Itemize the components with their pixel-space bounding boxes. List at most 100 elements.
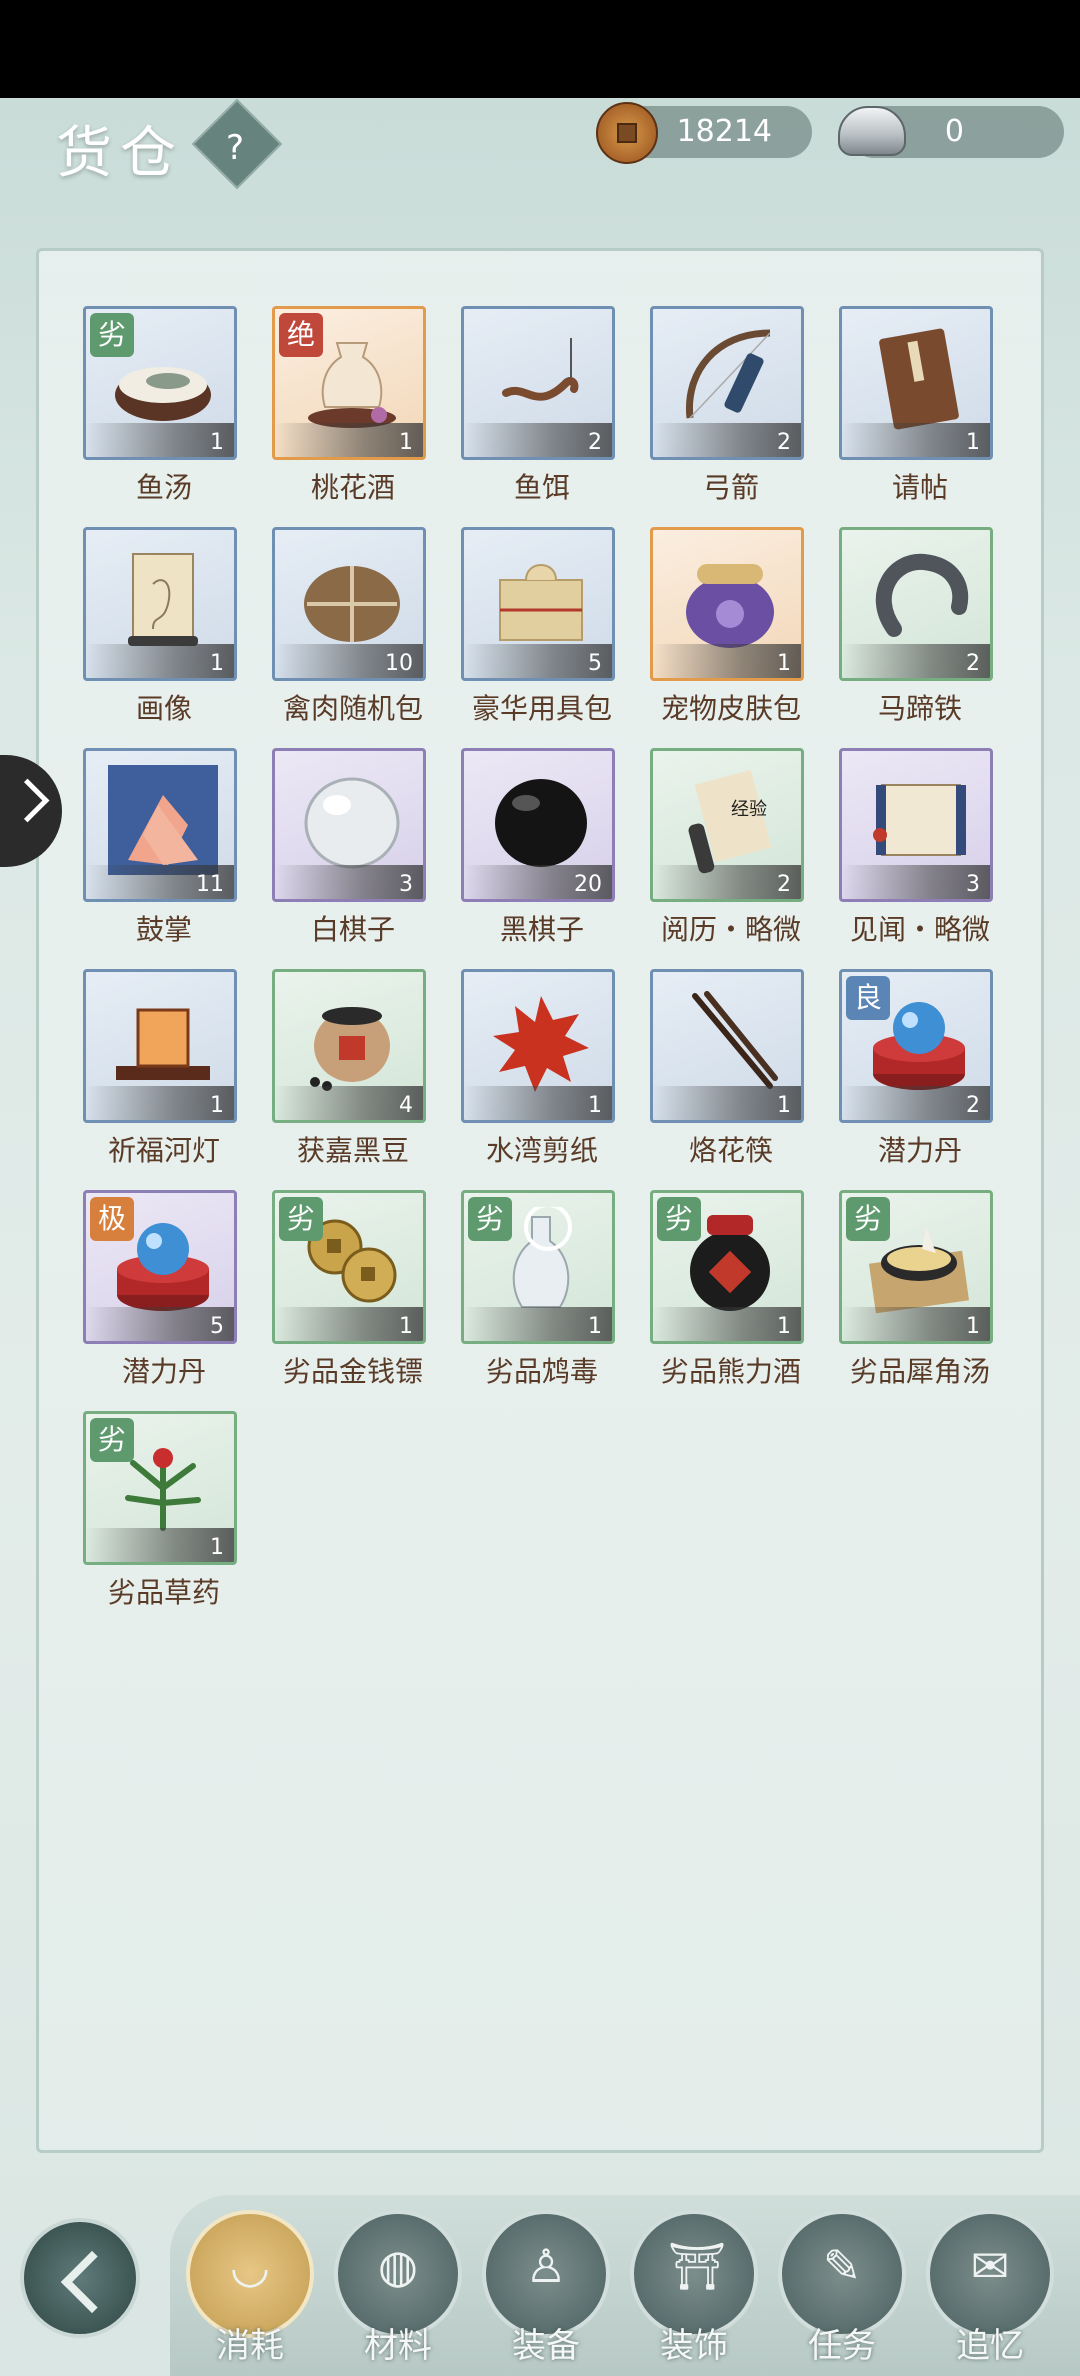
item-thumbnail[interactable]: 3 [272, 748, 426, 902]
item-thumbnail[interactable]: 10 [272, 527, 426, 681]
item-count: 11 [196, 872, 224, 897]
river-lantern-icon [108, 986, 218, 1096]
inventory-item[interactable]: 1 祈福河灯 [39, 969, 237, 1169]
silver-amount: 0 [944, 114, 964, 149]
quality-badge: 绝 [279, 313, 323, 357]
item-count: 1 [966, 430, 980, 455]
item-thumbnail[interactable]: 绝1 [272, 306, 426, 460]
item-count: 1 [210, 1535, 224, 1560]
inventory-item[interactable]: 经验 2 阅历・略微 [606, 748, 804, 948]
item-count: 20 [574, 872, 602, 897]
inventory-item[interactable]: 2 弓箭 [606, 306, 804, 506]
inventory-item[interactable]: 劣 1 劣品金钱镖 [228, 1190, 426, 1390]
item-thumbnail[interactable]: 11 [83, 748, 237, 902]
item-name: 请帖 [891, 471, 948, 504]
item-thumbnail[interactable]: 3 [839, 748, 993, 902]
item-count: 4 [399, 1093, 413, 1118]
item-count: 2 [966, 651, 980, 676]
gift-package-icon [486, 544, 596, 654]
item-thumbnail[interactable]: 1 [650, 527, 804, 681]
item-thumbnail[interactable]: 劣1 [650, 1190, 804, 1344]
silver-balance: 0 [838, 106, 1064, 158]
inventory-item[interactable]: 3 白棋子 [228, 748, 426, 948]
inventory-item[interactable]: 3 见闻・略微 [795, 748, 993, 948]
inventory-item[interactable]: 10 禽肉随机包 [228, 527, 426, 727]
back-button[interactable] [20, 2218, 140, 2338]
item-thumbnail[interactable]: 2 [650, 306, 804, 460]
quality-badge: 劣 [279, 1197, 323, 1241]
item-count: 5 [210, 1314, 224, 1339]
item-thumbnail[interactable]: 极5 [83, 1190, 237, 1344]
inventory-item[interactable]: 1 宠物皮肤包 [606, 527, 804, 727]
tab-label[interactable]: 装饰 [630, 2318, 758, 2367]
chopsticks-icon [675, 986, 785, 1096]
inventory-item[interactable]: 2 鱼饵 [417, 306, 615, 506]
item-thumbnail[interactable]: 劣1 [461, 1190, 615, 1344]
inventory-item[interactable]: 劣 1 劣品草药 [39, 1411, 237, 1611]
inventory-item[interactable]: 劣 1 劣品熊力酒 [606, 1190, 804, 1390]
item-count: 2 [966, 1093, 980, 1118]
inventory-item[interactable]: 2 马蹄铁 [795, 527, 993, 727]
task-book-icon: ✎ [822, 2239, 862, 2293]
white-go-stone-icon [297, 765, 407, 875]
header: 货仓 ? 18214 0 [0, 98, 1080, 248]
item-thumbnail[interactable]: 劣1 [272, 1190, 426, 1344]
item-thumbnail[interactable]: 1 [83, 969, 237, 1123]
fish-bait-icon [486, 323, 596, 433]
item-thumbnail[interactable]: 劣1 [83, 1411, 237, 1565]
quality-badge: 极 [90, 1197, 134, 1241]
tab-label[interactable]: 材料 [334, 2318, 462, 2367]
item-thumbnail[interactable]: 良2 [839, 969, 993, 1123]
item-thumbnail[interactable]: 劣1 [83, 306, 237, 460]
inventory-item[interactable]: 良 2 潜力丹 [795, 969, 993, 1169]
item-count: 1 [399, 430, 413, 455]
item-thumbnail[interactable]: 2 [839, 527, 993, 681]
item-thumbnail[interactable]: 2 [461, 306, 615, 460]
inventory-item[interactable]: 极 5 潜力丹 [39, 1190, 237, 1390]
inventory-item[interactable]: 5 豪华用具包 [417, 527, 615, 727]
item-thumbnail[interactable]: 经验 2 [650, 748, 804, 902]
item-thumbnail[interactable]: 20 [461, 748, 615, 902]
item-thumbnail[interactable]: 1 [461, 969, 615, 1123]
chevron-right-icon [5, 778, 50, 823]
coin-balance: 18214 [596, 102, 812, 164]
silver-ingot-icon [838, 106, 906, 156]
paper-cutting-icon [486, 986, 596, 1096]
inventory-item[interactable]: 11 鼓掌 [39, 748, 237, 948]
quality-badge: 劣 [657, 1197, 701, 1241]
item-thumbnail[interactable]: 1 [83, 527, 237, 681]
page-title: 货仓 [56, 121, 184, 186]
item-count: 3 [966, 872, 980, 897]
inventory-item[interactable]: 绝 1 桃花酒 [228, 306, 426, 506]
horseshoe-icon [864, 544, 974, 654]
inventory-item[interactable]: 劣 1 劣品鸩毒 [417, 1190, 615, 1390]
item-name: 劣品草药 [107, 1576, 220, 1609]
copper-coin-icon [596, 102, 658, 164]
tab-label[interactable]: 消耗 [186, 2318, 314, 2367]
help-button[interactable]: ? [205, 118, 265, 178]
item-thumbnail[interactable]: 4 [272, 969, 426, 1123]
item-count: 3 [399, 872, 413, 897]
portrait-scroll-icon [108, 544, 218, 654]
inventory-item[interactable]: 4 获嘉黑豆 [228, 969, 426, 1169]
item-thumbnail[interactable]: 5 [461, 527, 615, 681]
tab-label[interactable]: 任务 [778, 2318, 906, 2367]
inventory-screen: 货仓 ? 18214 0 劣 1 鱼汤绝 1 桃花酒 2 鱼饵 2 弓箭 1 请帖 1 画像 10 禽肉随机… [0, 98, 1080, 2376]
inventory-item[interactable]: 劣 1 劣品犀角汤 [795, 1190, 993, 1390]
bow-arrow-icon [675, 323, 785, 433]
item-name: 见闻・略微 [849, 913, 990, 946]
inventory-item[interactable]: 劣 1 鱼汤 [39, 306, 237, 506]
item-count: 2 [777, 430, 791, 455]
inventory-item[interactable]: 1 画像 [39, 527, 237, 727]
inventory-item[interactable]: 1 烙花筷 [606, 969, 804, 1169]
status-bar [0, 0, 1080, 98]
tab-label[interactable]: 追忆 [926, 2318, 1054, 2367]
item-thumbnail[interactable]: 劣1 [839, 1190, 993, 1344]
inventory-item[interactable]: 20 黑棋子 [417, 748, 615, 948]
inventory-item[interactable]: 1 请帖 [795, 306, 993, 506]
tab-label[interactable]: 装备 [482, 2318, 610, 2367]
item-thumbnail[interactable]: 1 [839, 306, 993, 460]
item-thumbnail[interactable]: 1 [650, 969, 804, 1123]
item-count: 1 [966, 1314, 980, 1339]
inventory-item[interactable]: 1 水湾剪纸 [417, 969, 615, 1169]
